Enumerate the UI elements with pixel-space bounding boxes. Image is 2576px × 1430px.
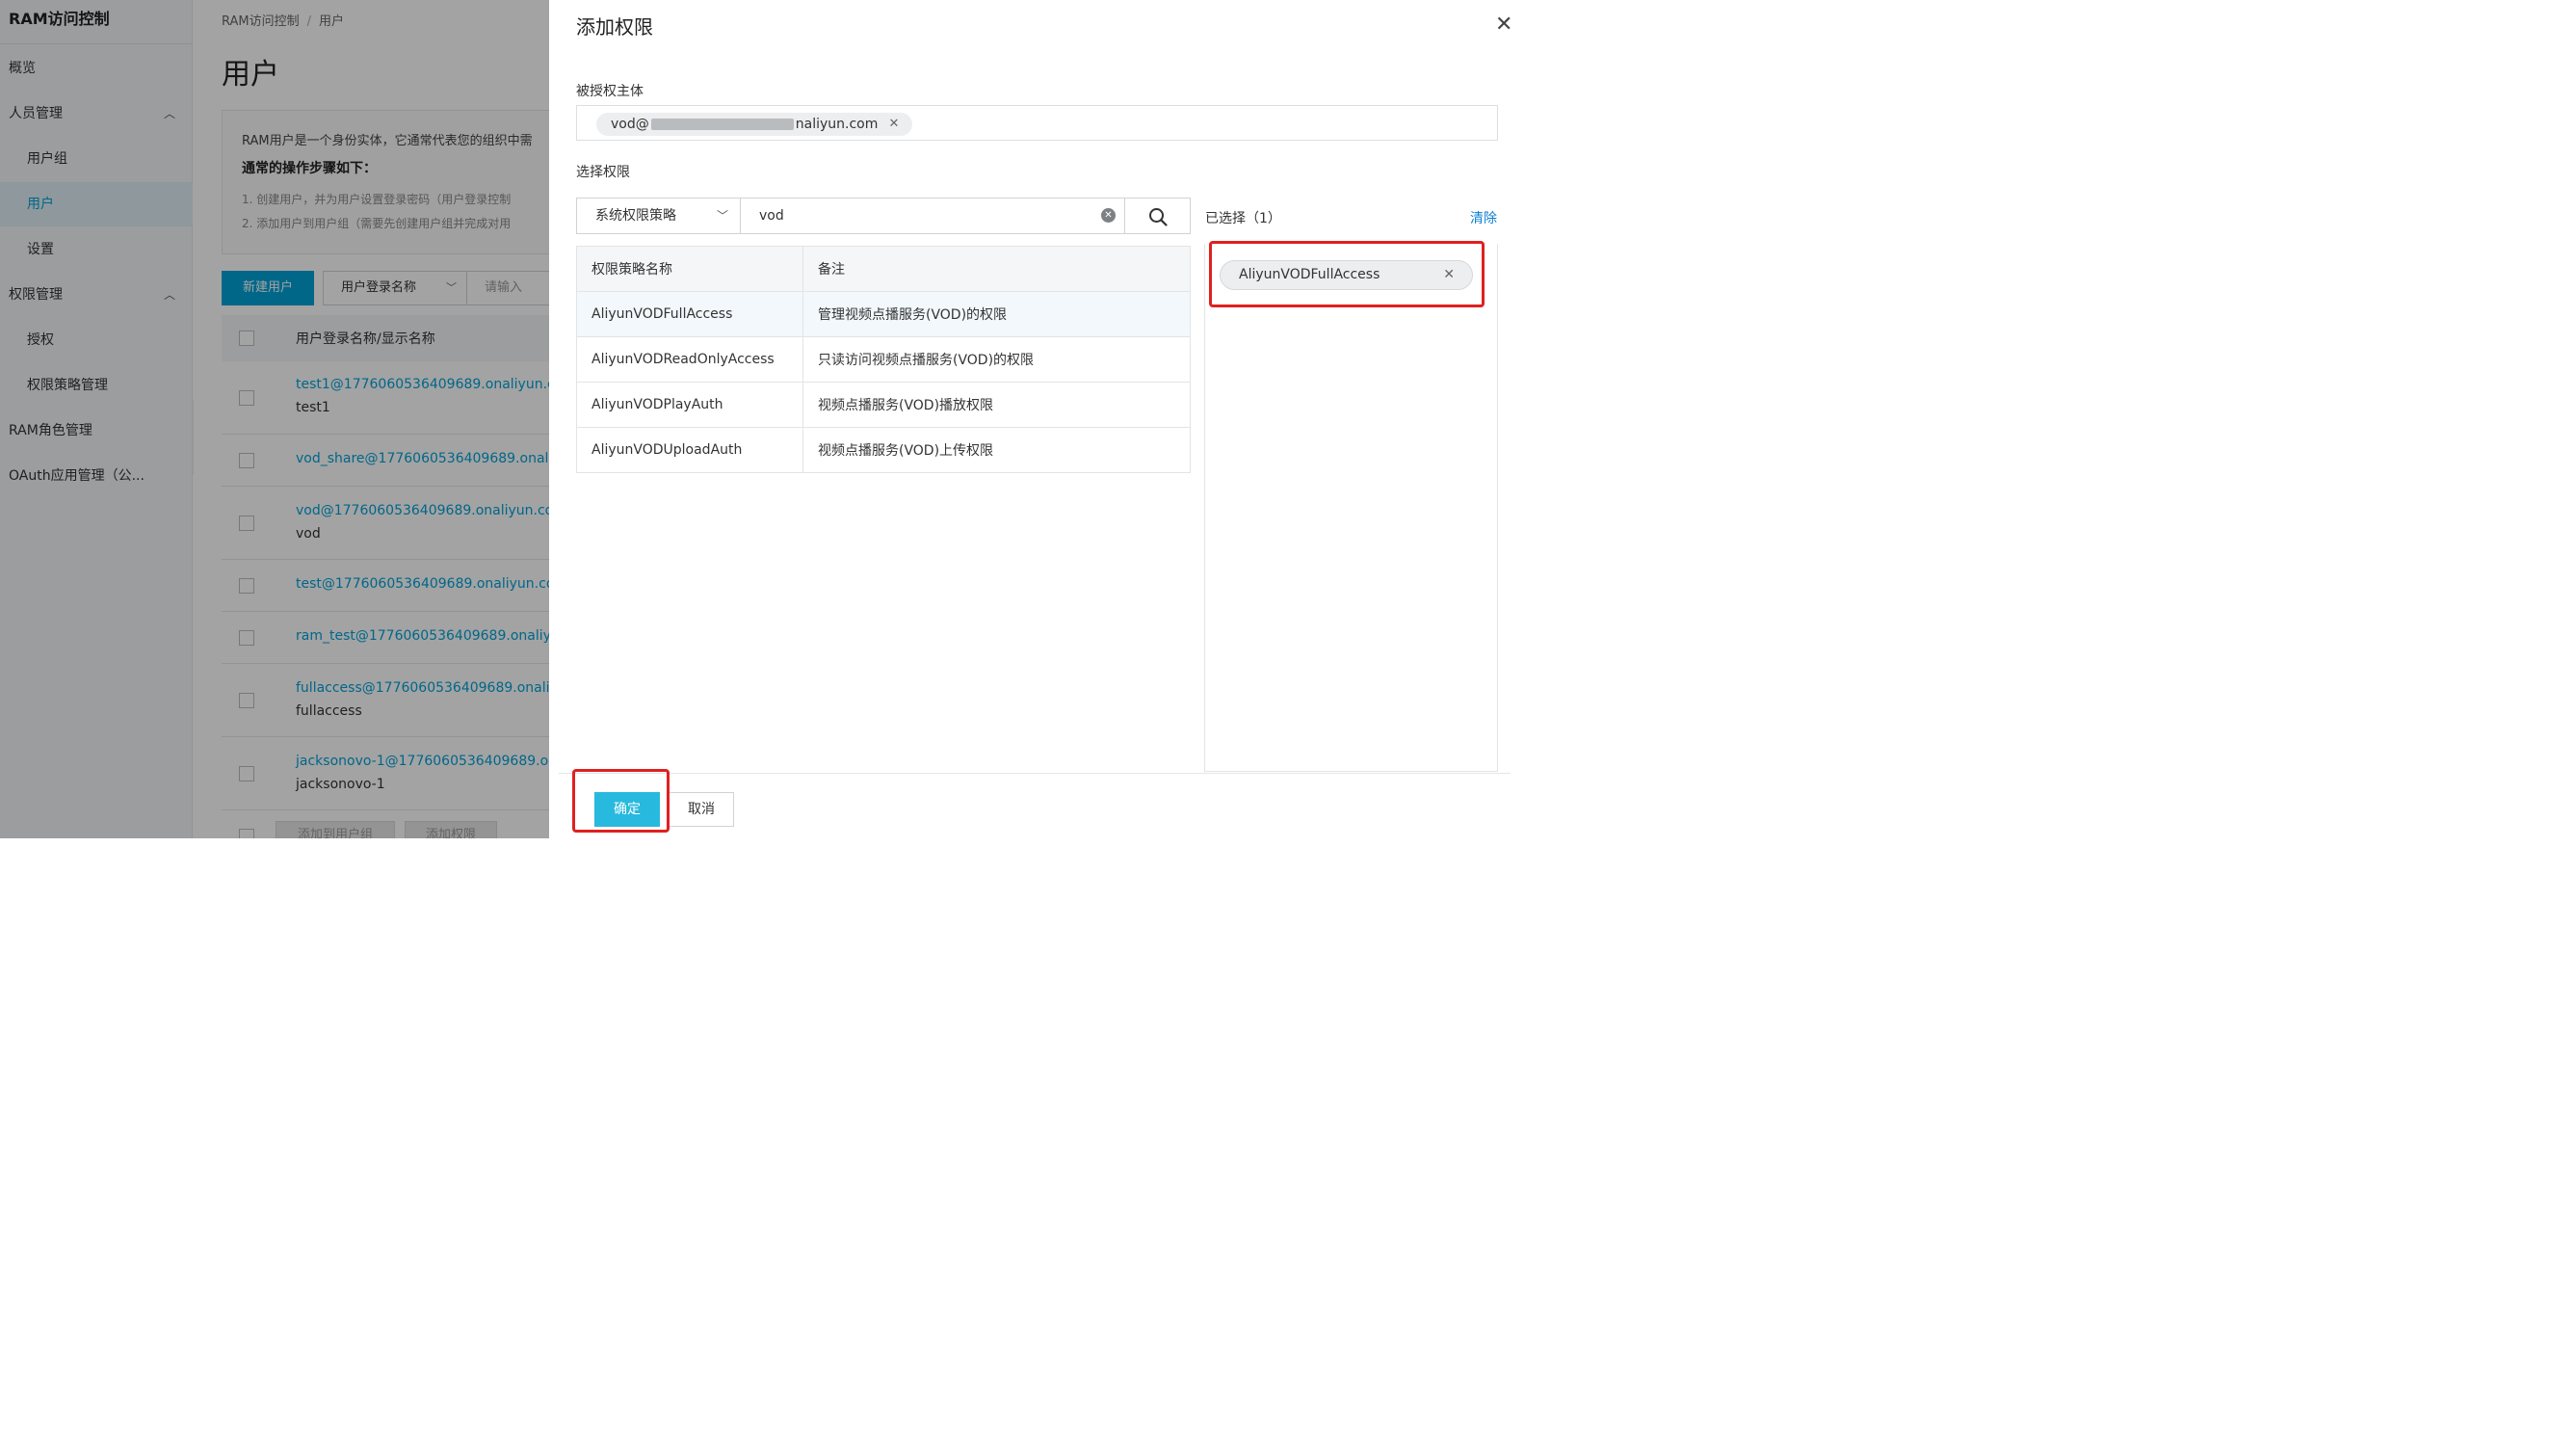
policy-note: 管理视频点播服务(VOD)的权限	[802, 291, 1191, 337]
search-button[interactable]	[1124, 198, 1191, 234]
select-permission-label: 选择权限	[576, 165, 630, 180]
policy-name: AliyunVODPlayAuth	[576, 382, 803, 428]
modal-overlay[interactable]	[0, 0, 549, 838]
add-permission-drawer: 添加权限 ✕ 被授权主体 vod@ naliyun.com ✕ 选择权限 系统权限…	[549, 0, 1512, 838]
chevron-down-icon: ﹀	[716, 209, 728, 223]
policy-table: 权限策略名称 备注 AliyunVODFullAccess 管理视频点播服务(V…	[576, 246, 1191, 473]
column-header-policy-name: 权限策略名称	[576, 246, 803, 292]
policy-type-value: 系统权限策略	[595, 208, 676, 224]
policy-name: AliyunVODUploadAuth	[576, 427, 803, 473]
principal-chip-suffix: naliyun.com	[795, 117, 879, 132]
policy-row[interactable]: AliyunVODUploadAuth 视频点播服务(VOD)上传权限	[576, 427, 1191, 473]
search-icon	[1149, 208, 1168, 226]
annotation-highlight-box	[572, 769, 670, 833]
policy-name: AliyunVODFullAccess	[576, 291, 803, 337]
selected-list	[1204, 244, 1498, 772]
cancel-button[interactable]: 取消	[669, 792, 734, 827]
annotation-highlight-box	[1209, 241, 1485, 307]
policy-note: 视频点播服务(VOD)上传权限	[802, 427, 1191, 473]
principal-chip-prefix: vod@	[611, 117, 649, 132]
drawer-title: 添加权限	[576, 15, 653, 39]
policy-row[interactable]: AliyunVODFullAccess 管理视频点播服务(VOD)的权限	[576, 291, 1191, 337]
column-header-note: 备注	[802, 246, 1191, 292]
redacted-text	[650, 119, 794, 130]
selected-count-label: 已选择（1）	[1205, 211, 1281, 226]
policy-name: AliyunVODReadOnlyAccess	[576, 336, 803, 383]
close-icon[interactable]: ✕	[1495, 13, 1512, 37]
principal-chip: vod@ naliyun.com ✕	[596, 113, 913, 136]
principal-field[interactable]: vod@ naliyun.com ✕	[576, 105, 1498, 141]
search-value: vod	[759, 208, 784, 224]
policy-row[interactable]: AliyunVODReadOnlyAccess 只读访问视频点播服务(VOD)的…	[576, 336, 1191, 383]
policy-note: 只读访问视频点播服务(VOD)的权限	[802, 336, 1191, 383]
clear-selected-link[interactable]: 清除	[1470, 208, 1497, 227]
policy-search-input[interactable]: vod ✕	[740, 198, 1125, 234]
footer-divider	[559, 773, 1511, 774]
policy-row[interactable]: AliyunVODPlayAuth 视频点播服务(VOD)播放权限	[576, 382, 1191, 428]
policy-type-select[interactable]: 系统权限策略 ﹀	[576, 198, 741, 234]
policy-note: 视频点播服务(VOD)播放权限	[802, 382, 1191, 428]
clear-search-icon[interactable]: ✕	[1101, 208, 1116, 223]
policy-table-header: 权限策略名称 备注	[576, 246, 1191, 292]
principal-label: 被授权主体	[576, 84, 644, 99]
remove-chip-icon[interactable]: ✕	[888, 113, 899, 136]
